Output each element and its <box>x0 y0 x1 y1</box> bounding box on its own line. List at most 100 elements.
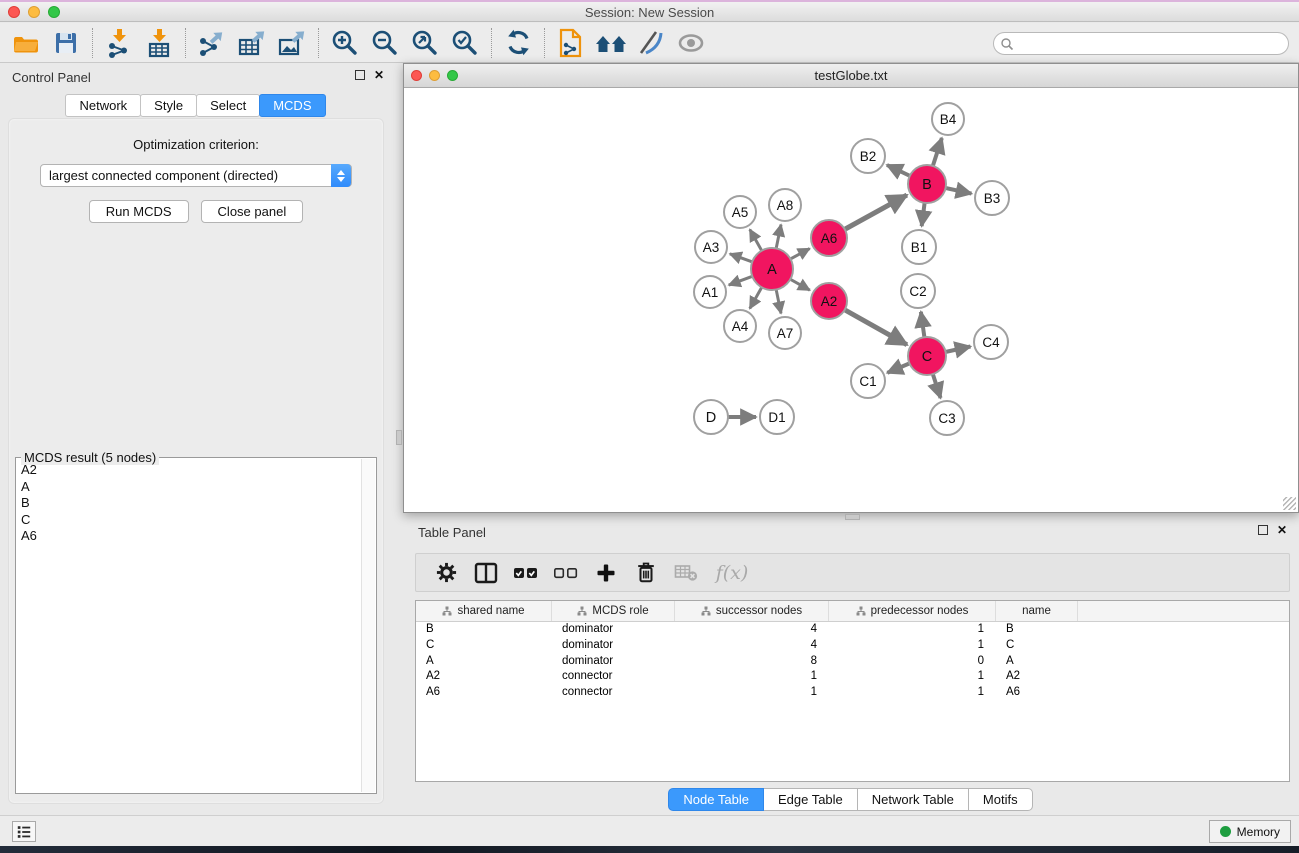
save-session-button[interactable] <box>46 25 86 61</box>
close-panel-button[interactable]: Close panel <box>201 200 304 223</box>
column-header-shared-name[interactable]: shared name <box>416 601 552 621</box>
tab-network[interactable]: Network <box>65 94 141 117</box>
float-panel-icon[interactable] <box>355 70 365 80</box>
mcds-result-list[interactable]: A2ABCA6 <box>17 462 361 792</box>
delete-column-button[interactable] <box>628 556 664 590</box>
table-cell[interactable]: connector <box>552 685 675 701</box>
table-cell[interactable]: C <box>416 638 552 654</box>
mcds-result-item[interactable]: A6 <box>17 528 361 545</box>
show-panels-button[interactable] <box>12 821 36 842</box>
graph-node-A[interactable]: A <box>751 248 793 290</box>
graph-node-C1[interactable]: C1 <box>851 364 885 398</box>
graph-node-B4[interactable]: B4 <box>932 103 964 135</box>
graph-node-A1[interactable]: A1 <box>694 276 726 308</box>
search-box[interactable] <box>993 32 1289 55</box>
mcds-result-item[interactable]: B <box>17 495 361 512</box>
graph-node-C[interactable]: C <box>908 337 946 375</box>
column-header-predecessor-nodes[interactable]: predecessor nodes <box>829 601 996 621</box>
table-cell[interactable]: 1 <box>675 669 829 685</box>
close-table-panel-icon[interactable]: ✕ <box>1277 525 1287 535</box>
zoom-in-button[interactable] <box>325 25 365 61</box>
select-all-button[interactable] <box>508 556 544 590</box>
graph-node-A2[interactable]: A2 <box>811 283 847 319</box>
table-cell[interactable]: 4 <box>675 622 829 638</box>
show-graphics-details-button[interactable] <box>671 25 711 61</box>
table-cell[interactable]: 4 <box>675 638 829 654</box>
table-cell[interactable]: dominator <box>552 622 675 638</box>
graph-node-A5[interactable]: A5 <box>724 196 756 228</box>
table-cell[interactable]: A6 <box>996 685 1078 701</box>
first-neighbors-button[interactable] <box>591 25 631 61</box>
column-header-name[interactable]: name <box>996 601 1078 621</box>
network-window-titlebar[interactable]: testGlobe.txt <box>404 64 1298 88</box>
graph-node-B[interactable]: B <box>908 165 946 203</box>
import-network-button[interactable] <box>99 25 139 61</box>
window-resize-grip[interactable] <box>1283 497 1296 510</box>
table-row[interactable]: Cdominator41C <box>416 638 1289 654</box>
table-cell[interactable]: dominator <box>552 638 675 654</box>
graph-node-C2[interactable]: C2 <box>901 274 935 308</box>
graph-node-B3[interactable]: B3 <box>975 181 1009 215</box>
add-column-button[interactable] <box>588 556 624 590</box>
refresh-button[interactable] <box>498 25 538 61</box>
export-network-button[interactable] <box>192 25 232 61</box>
tab-select[interactable]: Select <box>196 94 260 117</box>
graph-node-A8[interactable]: A8 <box>769 189 801 221</box>
table-cell[interactable]: 1 <box>829 638 996 654</box>
tab-edge-table[interactable]: Edge Table <box>763 788 858 811</box>
table-row[interactable]: Bdominator41B <box>416 622 1289 638</box>
table-row[interactable]: Adominator80A <box>416 654 1289 670</box>
column-header-successor-nodes[interactable]: successor nodes <box>675 601 829 621</box>
graph-node-A3[interactable]: A3 <box>695 231 727 263</box>
tab-motifs[interactable]: Motifs <box>968 788 1033 811</box>
graph-node-C3[interactable]: C3 <box>930 401 964 435</box>
table-cell[interactable]: A <box>416 654 552 670</box>
table-cell[interactable]: B <box>996 622 1078 638</box>
graph-node-B2[interactable]: B2 <box>851 139 885 173</box>
import-table-button[interactable] <box>139 25 179 61</box>
new-network-from-selection-button[interactable] <box>551 25 591 61</box>
zoom-selected-button[interactable] <box>445 25 485 61</box>
deselect-all-button[interactable] <box>548 556 584 590</box>
memory-button[interactable]: Memory <box>1209 820 1291 843</box>
table-cell[interactable]: A2 <box>996 669 1078 685</box>
table-cell[interactable]: connector <box>552 669 675 685</box>
network-vertical-scroll-indicator[interactable] <box>396 430 402 445</box>
graph-node-A4[interactable]: A4 <box>724 310 756 342</box>
export-image-button[interactable] <box>272 25 312 61</box>
tab-node-table[interactable]: Node Table <box>668 788 764 811</box>
search-input[interactable] <box>1014 35 1288 53</box>
table-row[interactable]: A2connector11A2 <box>416 669 1289 685</box>
criterion-select[interactable]: largest connected component (directed) <box>40 164 352 187</box>
float-table-panel-icon[interactable] <box>1258 525 1268 535</box>
table-cell[interactable]: A <box>996 654 1078 670</box>
show-column-button[interactable] <box>468 556 504 590</box>
table-row[interactable]: A6connector11A6 <box>416 685 1289 701</box>
graph-node-C4[interactable]: C4 <box>974 325 1008 359</box>
graph-node-A6[interactable]: A6 <box>811 220 847 256</box>
table-cell[interactable]: B <box>416 622 552 638</box>
graph-node-D[interactable]: D <box>694 400 728 434</box>
result-list-scrollbar[interactable] <box>361 459 375 792</box>
tab-style[interactable]: Style <box>140 94 197 117</box>
table-cell[interactable]: 8 <box>675 654 829 670</box>
table-cell[interactable]: 1 <box>675 685 829 701</box>
run-mcds-button[interactable]: Run MCDS <box>89 200 189 223</box>
zoom-fit-button[interactable] <box>405 25 445 61</box>
mcds-result-item[interactable]: A <box>17 479 361 496</box>
mcds-result-item[interactable]: C <box>17 512 361 529</box>
tab-mcds[interactable]: MCDS <box>259 94 325 117</box>
open-file-button[interactable] <box>6 25 46 61</box>
table-cell[interactable]: A2 <box>416 669 552 685</box>
table-cell[interactable]: 0 <box>829 654 996 670</box>
table-cell[interactable]: C <box>996 638 1078 654</box>
table-cell[interactable]: 1 <box>829 685 996 701</box>
mcds-result-item[interactable]: A2 <box>17 462 361 479</box>
table-cell[interactable]: 1 <box>829 669 996 685</box>
graph-node-A7[interactable]: A7 <box>769 317 801 349</box>
export-table-button[interactable] <box>232 25 272 61</box>
network-canvas[interactable]: B4B2BB3A5A8A6A3B1AA1C2A2A4A7C4CC1C3DD1 <box>404 88 1298 512</box>
table-settings-button[interactable] <box>428 556 464 590</box>
table-cell[interactable]: A6 <box>416 685 552 701</box>
graph-node-D1[interactable]: D1 <box>760 400 794 434</box>
